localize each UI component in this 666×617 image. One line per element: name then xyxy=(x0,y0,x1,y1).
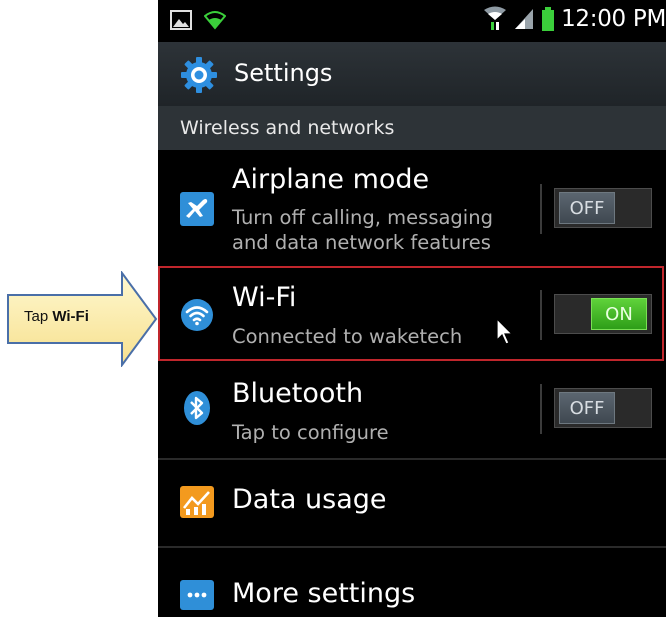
toggle-state: OFF xyxy=(559,392,615,424)
image-icon xyxy=(170,10,192,30)
section-header-label: Wireless and networks xyxy=(180,117,395,139)
airplane-icon xyxy=(180,192,214,226)
bluetooth-icon xyxy=(184,391,210,425)
item-label: Data usage xyxy=(232,484,387,515)
chart-icon xyxy=(180,486,214,518)
phone-screen: 12:00 PM Settings Wireless and networks xyxy=(158,0,666,617)
bluetooth-toggle[interactable]: OFF xyxy=(554,388,652,428)
settings-item-more-settings[interactable]: More settings xyxy=(158,548,666,617)
status-bar: 12:00 PM xyxy=(158,0,666,42)
toggle-state: OFF xyxy=(559,192,615,224)
highlight-box xyxy=(158,266,664,361)
more-icon xyxy=(180,580,214,610)
cursor-icon xyxy=(496,318,514,345)
action-bar: Settings xyxy=(158,42,666,106)
settings-item-bluetooth[interactable]: Bluetooth Tap to configure OFF xyxy=(158,362,666,458)
airplane-mode-toggle[interactable]: OFF xyxy=(554,188,652,228)
callout-text: Tap Wi-Fi xyxy=(24,308,89,325)
divider xyxy=(540,384,542,434)
item-subtitle: and data network features xyxy=(232,231,491,254)
page-title: Settings xyxy=(234,59,333,87)
settings-item-data-usage[interactable]: Data usage xyxy=(158,460,666,546)
item-label: More settings xyxy=(232,578,416,609)
status-time: 12:00 PM xyxy=(561,6,666,32)
wifi-data-icon xyxy=(484,6,507,30)
item-label: Airplane mode xyxy=(232,164,430,195)
item-subtitle: Tap to configure xyxy=(232,421,389,444)
battery-icon xyxy=(542,7,555,31)
cell-signal-icon xyxy=(515,9,534,29)
section-header: Wireless and networks xyxy=(158,106,666,150)
gear-icon[interactable] xyxy=(180,56,218,94)
settings-item-airplane-mode[interactable]: Airplane mode Turn off calling, messagin… xyxy=(158,150,666,266)
divider xyxy=(540,184,542,234)
item-subtitle: Turn off calling, messaging xyxy=(232,206,493,229)
wifi-signal-icon xyxy=(204,11,226,30)
tap-wifi-callout: Tap Wi-Fi xyxy=(6,271,158,367)
item-label: Bluetooth xyxy=(232,378,364,409)
